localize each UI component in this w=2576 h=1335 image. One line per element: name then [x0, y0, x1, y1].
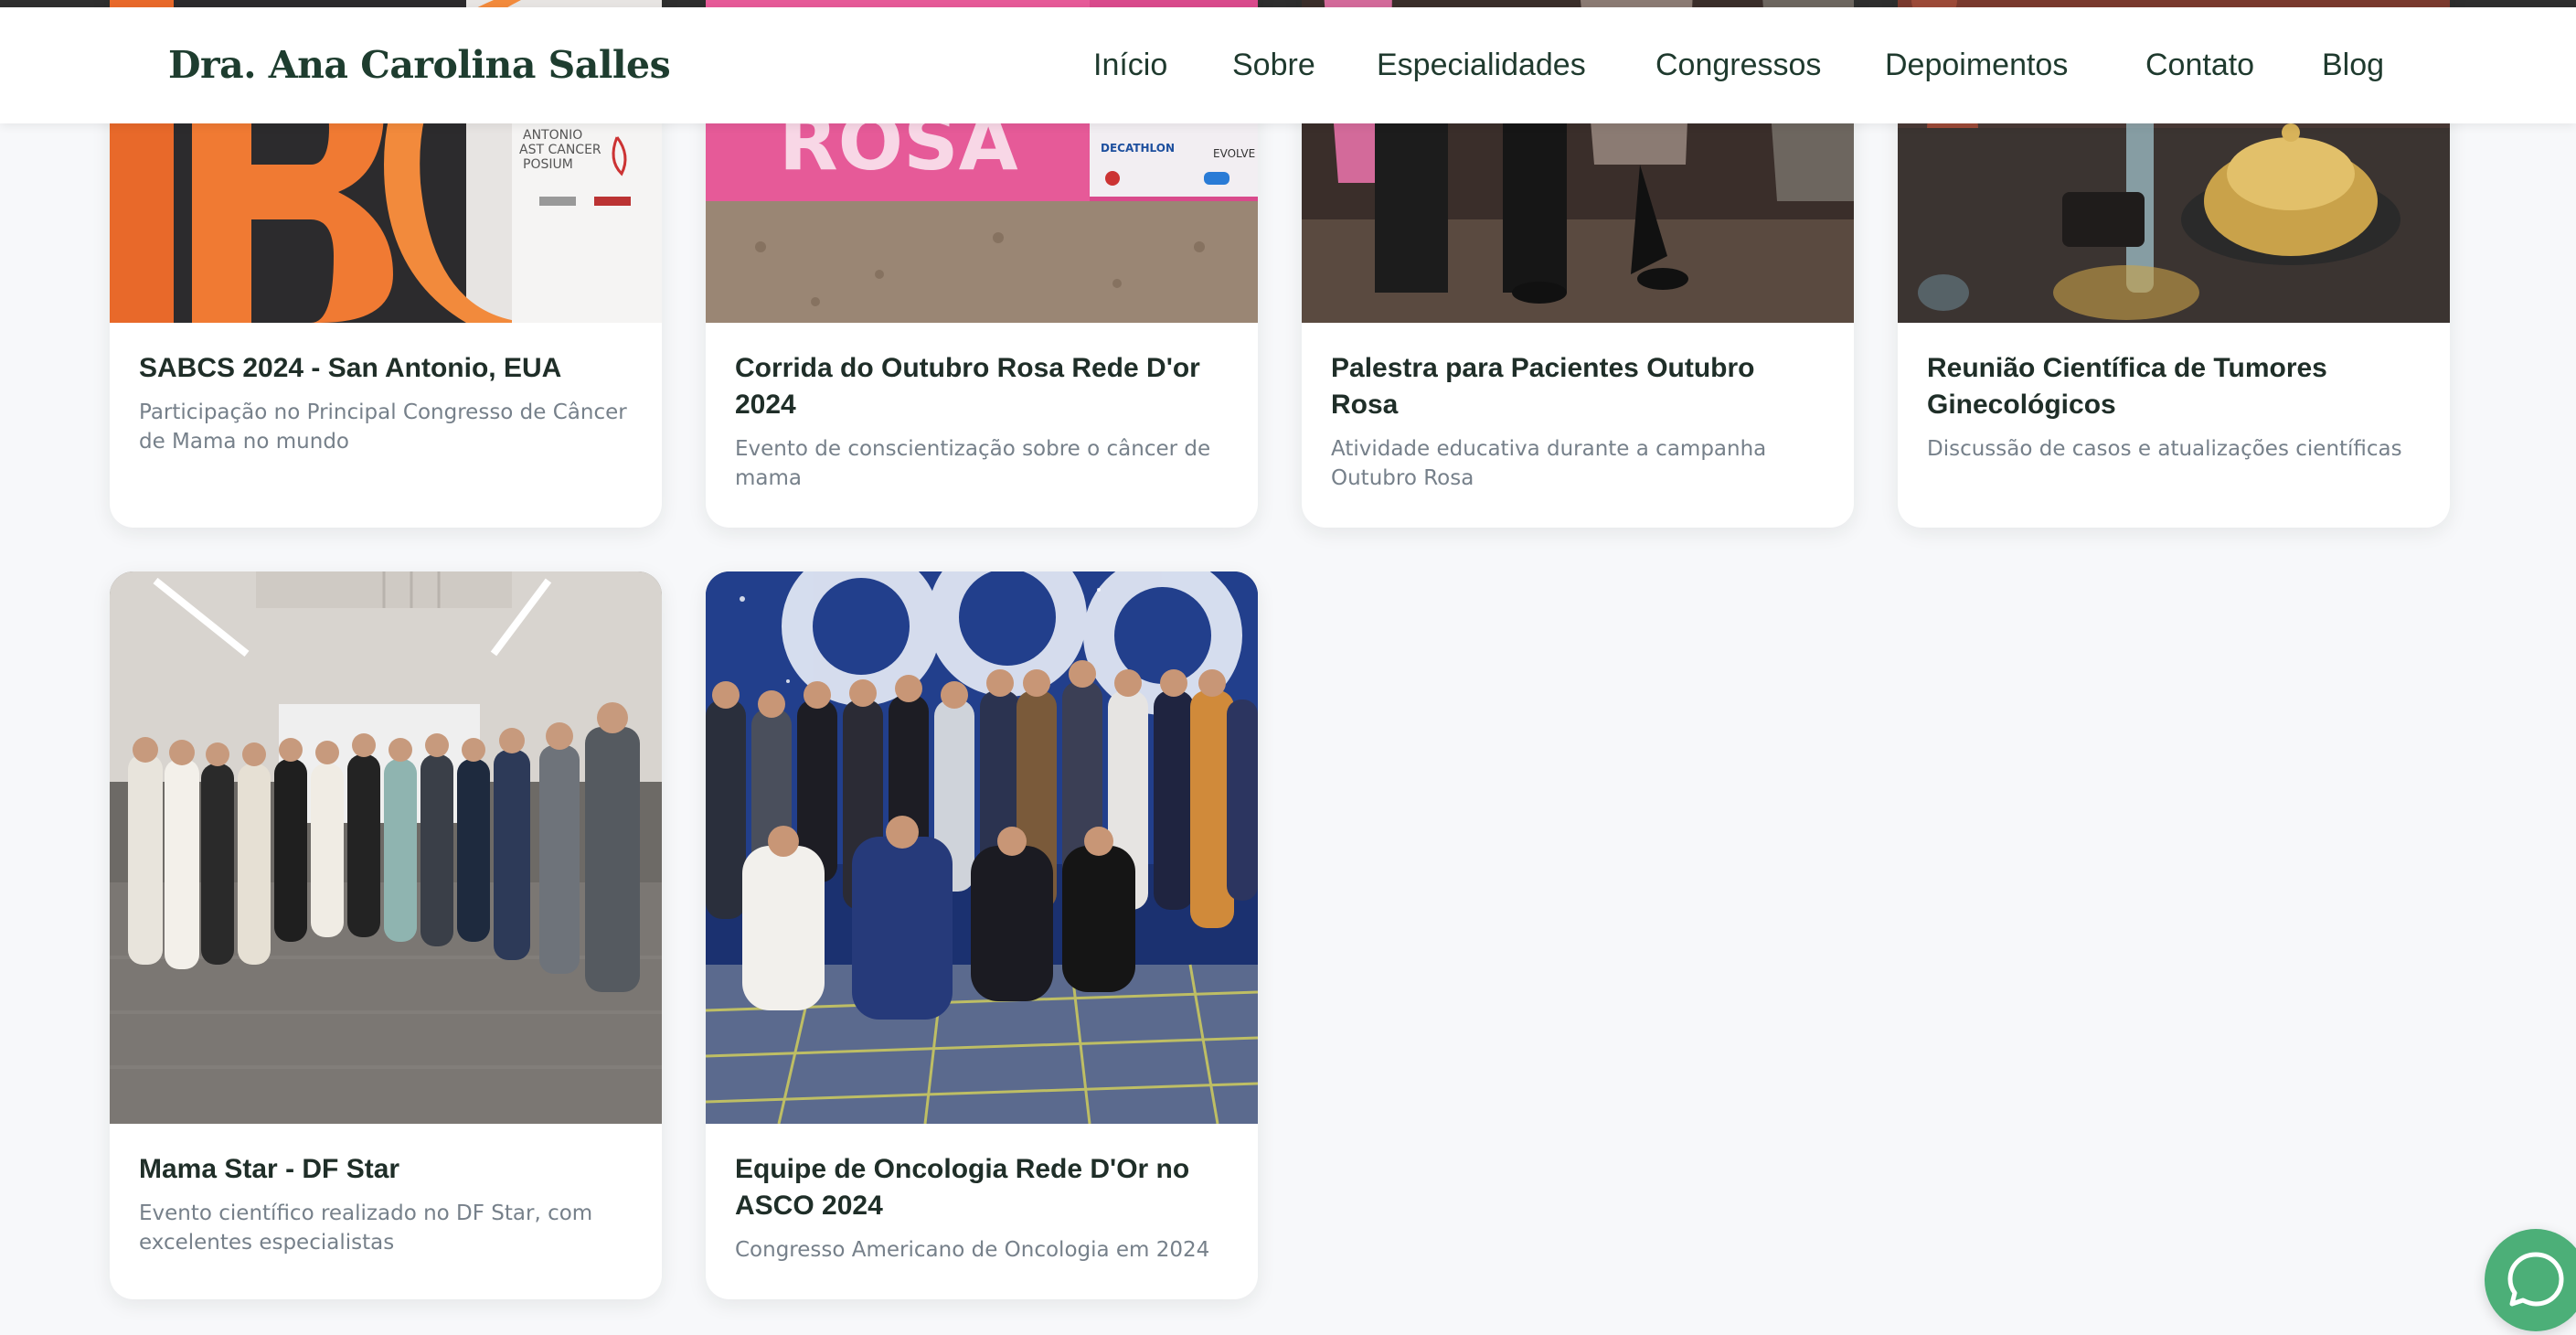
card-title: SABCS 2024 - San Antonio, EUA [139, 353, 562, 383]
nav-contato[interactable]: Contato [2145, 7, 2254, 123]
image-text: ANTONIO [523, 128, 582, 143]
nav-especialidades[interactable]: Especialidades [1377, 7, 1586, 123]
image-text: POSIUM [523, 157, 573, 172]
card-title: Reunião Científica de Tumores Ginecológi… [1927, 353, 2327, 420]
card-description: Atividade educativa durante a campanha O… [1331, 437, 1767, 490]
card-image [706, 571, 1258, 1124]
card-title: Corrida do Outubro Rosa Rede D'or 2024 [735, 353, 1200, 420]
card-title: Palestra para Pacientes Outubro Rosa [1331, 353, 1755, 420]
card-description: Discussão de casos e atualizações cientí… [1927, 437, 2402, 461]
card-title: Mama Star - DF Star [139, 1154, 400, 1184]
card-title: Equipe de Oncologia Rede D'Or no ASCO 20… [735, 1154, 1190, 1221]
nav-blog[interactable]: Blog [2322, 7, 2384, 123]
image-text: EVOLVE [1213, 147, 1255, 160]
card-image [110, 571, 662, 1124]
whatsapp-chat-button[interactable] [2485, 1229, 2576, 1331]
brand-logo[interactable]: Dra. Ana Carolina Salles [168, 7, 671, 123]
congress-card[interactable]: Equipe de Oncologia Rede D'Or no ASCO 20… [706, 571, 1258, 1299]
chat-bubble-icon [2507, 1252, 2564, 1307]
nav-inicio[interactable]: Início [1093, 7, 1167, 123]
site-header: Dra. Ana Carolina Salles Início Sobre Es… [0, 7, 2576, 123]
nav-congressos[interactable]: Congressos [1655, 7, 1821, 123]
image-text: AST CANCER [519, 143, 601, 157]
nav-depoimentos[interactable]: Depoimentos [1885, 7, 2068, 123]
card-description: Evento de conscientização sobre o câncer… [735, 437, 1211, 490]
card-description: Participação no Principal Congresso de C… [139, 400, 627, 454]
congress-card[interactable]: Mama Star - DF Star Evento científico re… [110, 571, 662, 1299]
nav-sobre[interactable]: Sobre [1232, 7, 1315, 123]
card-description: Evento científico realizado no DF Star, … [139, 1202, 593, 1255]
congress-gallery: ANTONIO AST CANCER POSIUM SABCS 2024 - S… [0, 0, 2576, 1322]
card-description: Congresso Americano de Oncologia em 2024 [735, 1238, 1210, 1262]
image-text: DECATHLON [1101, 142, 1175, 155]
